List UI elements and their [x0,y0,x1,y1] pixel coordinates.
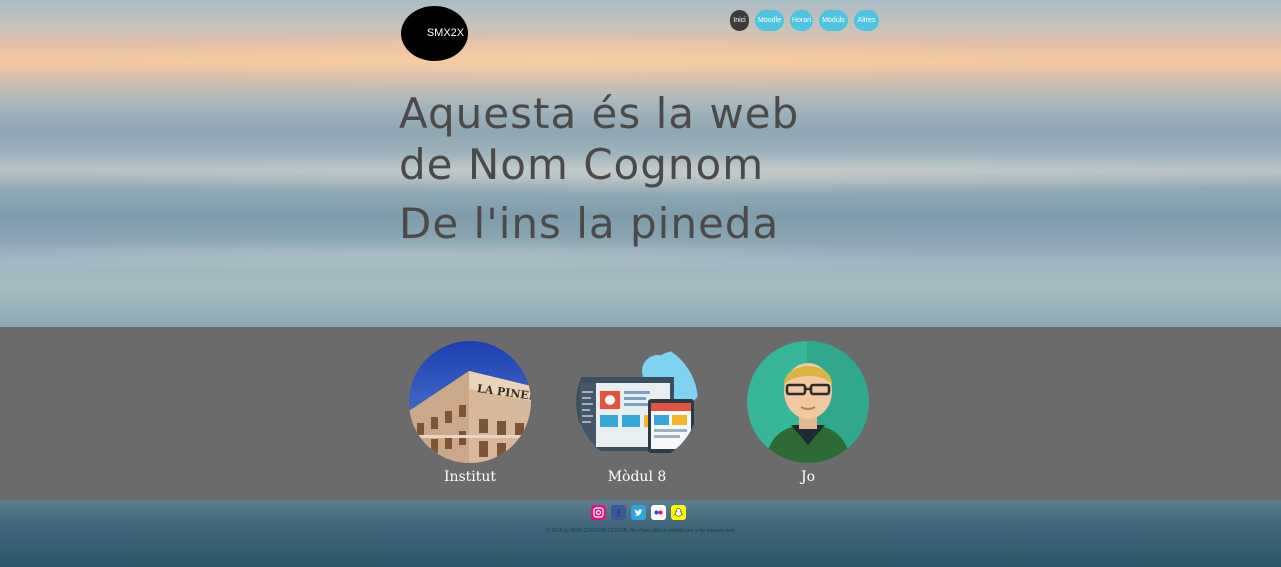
avatar-image [747,341,869,463]
nav-label: Mòduls [822,17,845,24]
page-title-line1: Aquesta és la web [399,89,800,138]
features-band: LA PINEDA Institut Mòdul 8 Jo [0,327,1281,500]
instagram-icon[interactable] [591,505,606,520]
nav-item-moduls[interactable]: Mòduls [819,10,848,31]
nav-label: Moodle [758,17,781,24]
snapchat-icon[interactable] [671,505,686,520]
card-jo[interactable]: Jo [747,341,869,485]
card-label: Mòdul 8 [607,469,667,485]
page-subtitle: De l'ins la pineda [399,199,780,248]
flickr-icon[interactable] [651,505,666,520]
nav-label: Inici [733,17,746,24]
nav-label: Altres [857,17,876,24]
nav-label: Horari [791,17,812,24]
social-bar [591,505,686,520]
card-modul-8[interactable]: Mòdul 8 [576,341,698,485]
card-label: Institut [443,469,497,485]
site-logo[interactable]: SMX2X [401,6,468,61]
card-label: Jo [800,469,816,485]
footer: © 2018 by NOM COGNOM DESIGN. No s'han ut… [0,500,1281,567]
main-nav: Inici Moodle Horari Mòduls Altres [730,10,879,31]
nav-item-altres[interactable]: Altres [854,10,879,31]
hero-section: SMX2X Inici Moodle Horari Mòduls Altres … [0,0,1281,327]
logo-text: SMX2X [426,26,465,39]
copyright-text: © 2018 by NOM COGNOM DESIGN. No s'han ut… [546,528,735,534]
twitter-icon[interactable] [631,505,646,520]
page-title: Aquesta és la web de Nom Cognom [399,88,799,190]
nav-item-inici[interactable]: Inici [730,10,749,31]
facebook-icon[interactable] [611,505,626,520]
web-design-image [576,341,698,463]
page-title-line2: de Nom Cognom [399,140,765,189]
nav-item-moodle[interactable]: Moodle [755,10,784,31]
card-institut[interactable]: LA PINEDA Institut [409,341,531,485]
nav-item-horari[interactable]: Horari [790,10,813,31]
school-building-image: LA PINEDA [409,341,531,463]
